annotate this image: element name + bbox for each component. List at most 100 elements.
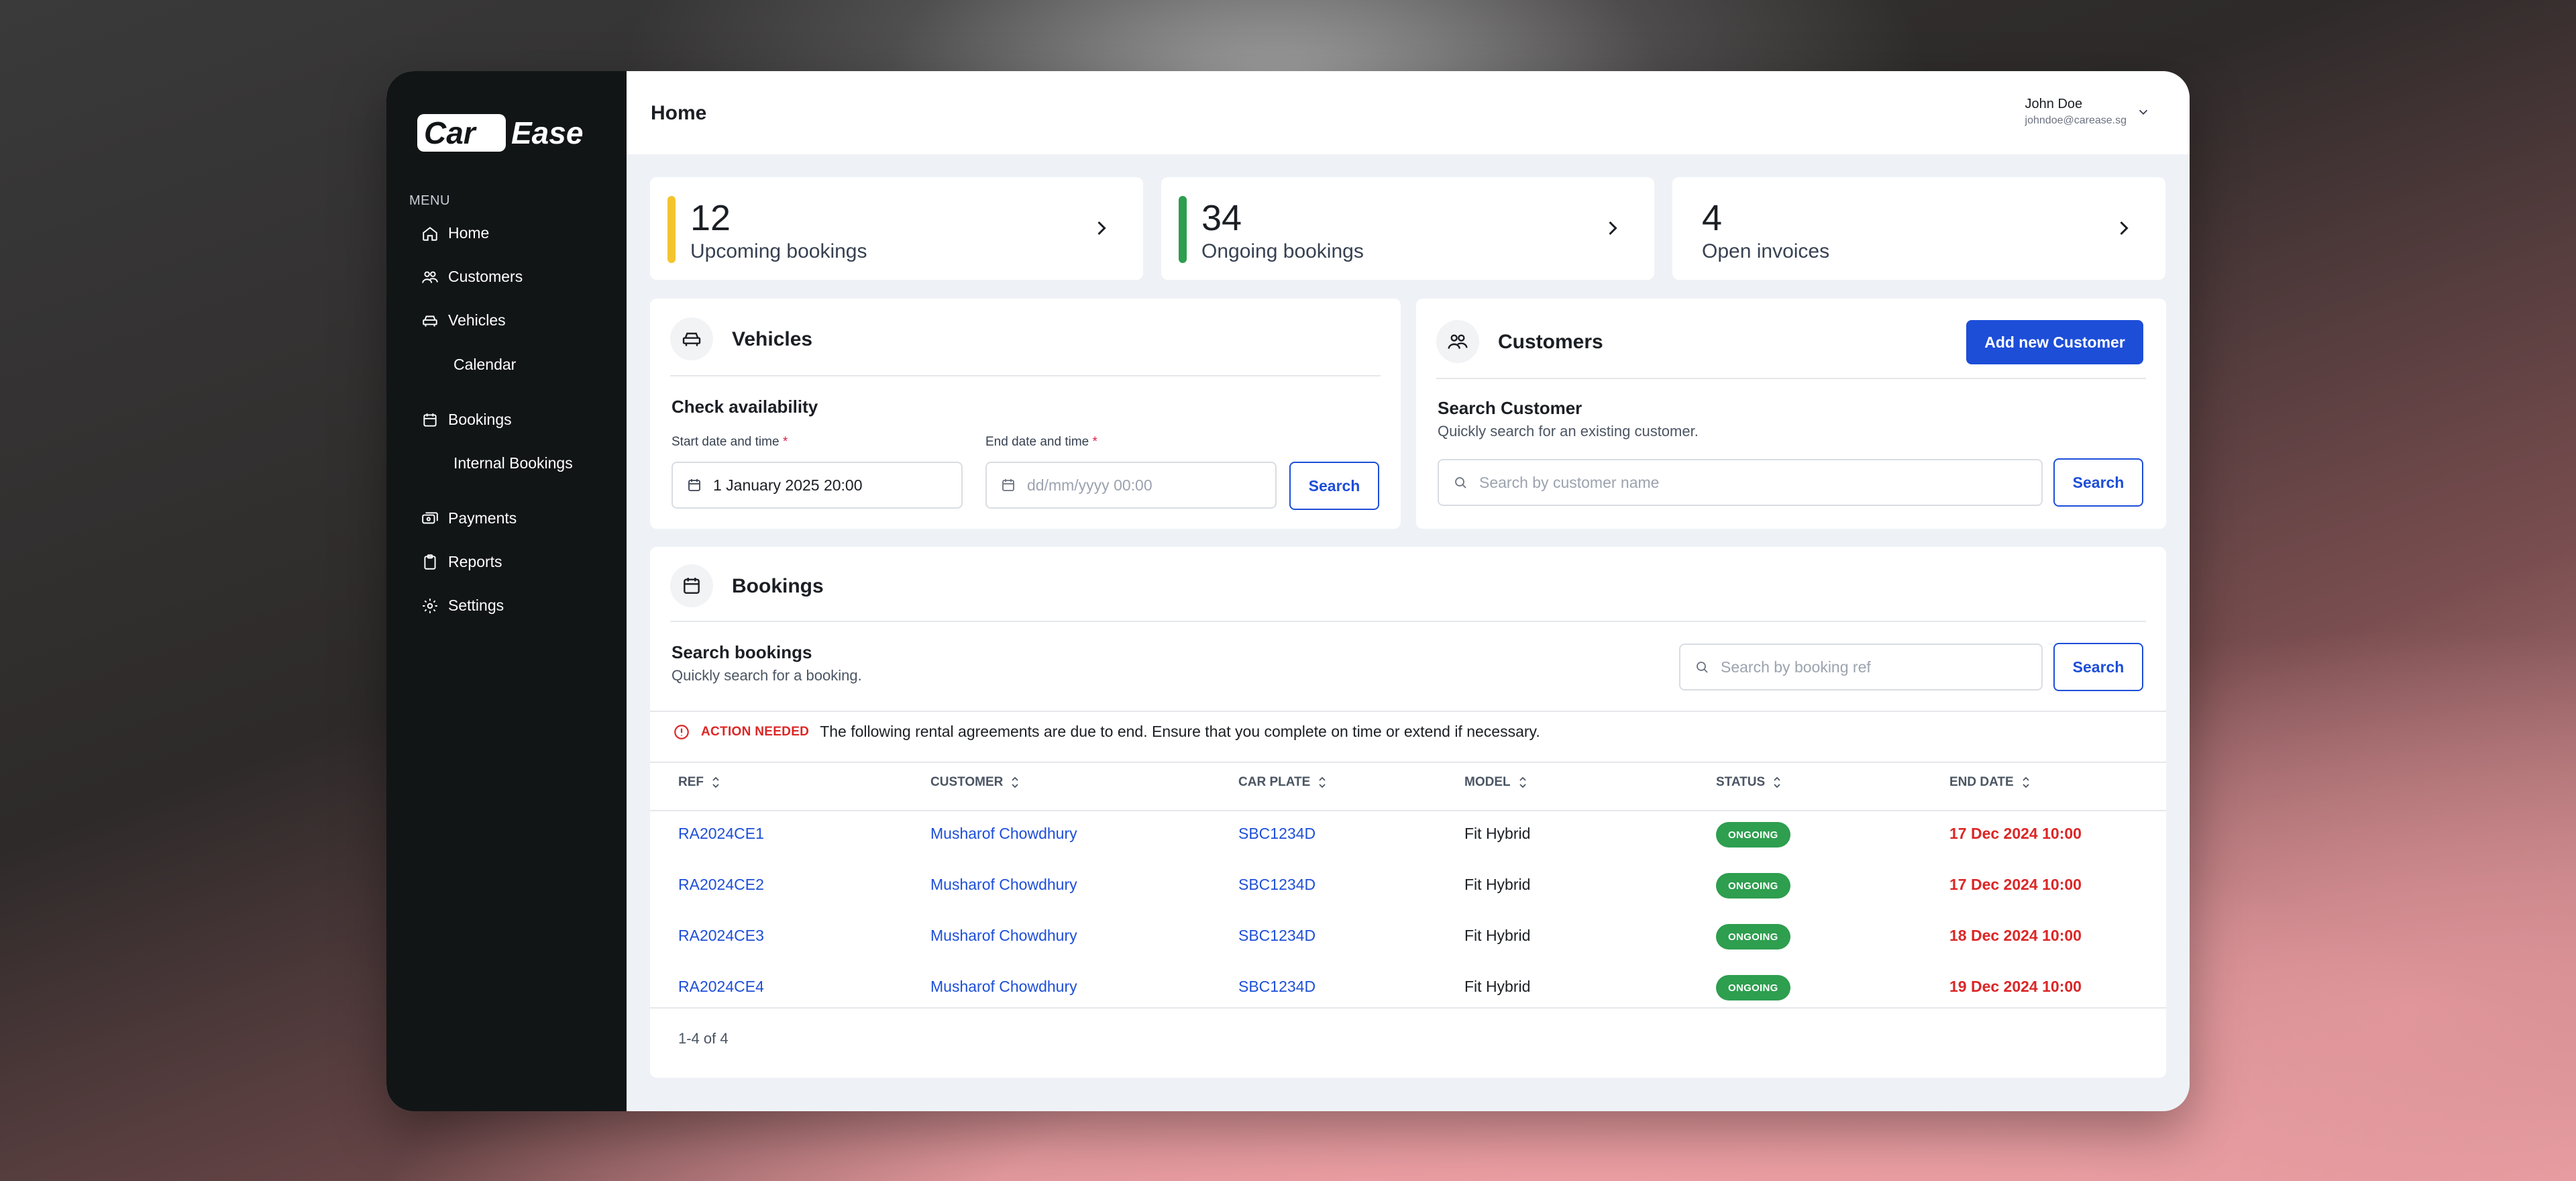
chevron-right-icon[interactable]: [1089, 216, 1114, 240]
table-row[interactable]: RA2024CE2 Musharof Chowdhury SBC1234D Fi…: [650, 861, 2166, 912]
status-badge: ONGOING: [1716, 975, 1790, 1000]
availability-search-button[interactable]: Search: [1289, 462, 1379, 510]
customer-link[interactable]: Musharof Chowdhury: [930, 876, 1077, 894]
vehicles-icon-wrap: [670, 317, 713, 360]
search-customer-subtext: Quickly search for an existing customer.: [1438, 423, 1699, 440]
car-plate-link[interactable]: SBC1234D: [1238, 978, 1316, 996]
sidebar-item-settings[interactable]: Settings: [421, 597, 504, 615]
sidebar-item-payments[interactable]: Payments: [421, 509, 517, 527]
end-date-cell: 17 Dec 2024 10:00: [1949, 876, 2082, 893]
model-cell: Fit Hybrid: [1464, 927, 1531, 944]
section-title: Customers: [1498, 331, 1603, 353]
sidebar-item-calendar[interactable]: Calendar: [453, 356, 516, 374]
sidebar-item-label: Reports: [448, 553, 502, 570]
car-plate-link[interactable]: SBC1234D: [1238, 927, 1316, 945]
chevron-right-icon[interactable]: [2112, 216, 2136, 240]
column-header-car-plate[interactable]: CAR PLATE: [1238, 775, 1328, 790]
stat-card-ongoing[interactable]: 34 Ongoing bookings: [1161, 177, 1654, 280]
sidebar-item-customers[interactable]: Customers: [421, 268, 523, 286]
sort-icon: [712, 776, 719, 788]
carease-logo[interactable]: Car Ease: [417, 111, 598, 158]
stat-value: 4: [1702, 198, 1723, 238]
end-date-cell: 17 Dec 2024 10:00: [1949, 825, 2082, 842]
bookings-icon-wrap: [670, 564, 713, 607]
vehicles-card: Vehicles Check availability Start date a…: [650, 299, 1401, 529]
customer-search-placeholder: Search by customer name: [1479, 473, 1660, 491]
alert-tag: ACTION NEEDED: [701, 724, 810, 739]
stat-card-invoices[interactable]: 4 Open invoices: [1672, 177, 2165, 280]
customer-search-input[interactable]: Search by customer name: [1438, 459, 2043, 506]
home-icon: [423, 226, 437, 241]
sidebar-item-bookings[interactable]: Bookings: [421, 411, 512, 429]
start-date-field[interactable]: 1 January 2025 20:00: [672, 462, 963, 509]
customer-link[interactable]: Musharof Chowdhury: [930, 978, 1077, 996]
payments-icon: [422, 511, 438, 523]
booking-search-button[interactable]: Search: [2053, 643, 2143, 691]
sort-icon: [1012, 776, 1019, 788]
stat-accent-bar: [667, 196, 676, 263]
column-header-label: STATUS: [1716, 775, 1766, 789]
start-date-label-text: Start date and time: [672, 435, 780, 449]
sidebar-item-label: Home: [448, 224, 490, 242]
customers-card: Customers Add new Customer Search Custom…: [1416, 299, 2166, 529]
sidebar-item-internal-bookings[interactable]: Internal Bookings: [453, 454, 573, 472]
required-mark: *: [782, 435, 788, 449]
sidebar-item-reports[interactable]: Reports: [421, 553, 502, 571]
add-new-customer-button[interactable]: Add new Customer: [1966, 320, 2143, 364]
booking-ref-link[interactable]: RA2024CE2: [678, 876, 764, 894]
alert-text: The following rental agreements are due …: [820, 723, 1540, 740]
column-header-model[interactable]: MODEL: [1464, 775, 1528, 790]
page-title: Home: [651, 102, 707, 124]
calendar-icon: [1002, 479, 1014, 491]
sort-icon: [1774, 776, 1780, 788]
column-header-end-date[interactable]: END DATE: [1949, 775, 2031, 790]
sidebar-item-home[interactable]: Home: [421, 224, 489, 242]
section-title: Vehicles: [732, 328, 813, 350]
top-header: Home John Doe johndoe@carease.sg: [627, 71, 2190, 154]
stat-value: 34: [1201, 198, 1242, 238]
table-row[interactable]: RA2024CE1 Musharof Chowdhury SBC1234D Fi…: [650, 810, 2166, 861]
customer-search-button[interactable]: Search: [2053, 458, 2143, 507]
start-date-label: Start date and time *: [672, 435, 788, 450]
car-plate-link[interactable]: SBC1234D: [1238, 825, 1316, 843]
customer-link[interactable]: Musharof Chowdhury: [930, 927, 1077, 945]
sort-icon: [1519, 776, 1526, 788]
end-date-label-text: End date and time: [985, 435, 1089, 449]
search-bookings-heading: Search bookings: [672, 642, 812, 662]
table-row[interactable]: RA2024CE4 Musharof Chowdhury SBC1234D Fi…: [650, 963, 2166, 1014]
booking-ref-link[interactable]: RA2024CE3: [678, 927, 764, 945]
start-date-value: 1 January 2025 20:00: [713, 476, 863, 494]
table-row[interactable]: RA2024CE3 Musharof Chowdhury SBC1234D Fi…: [650, 912, 2166, 963]
stat-label: Ongoing bookings: [1201, 240, 1364, 262]
required-mark: *: [1092, 435, 1097, 449]
action-needed-alert: ACTION NEEDED The following rental agree…: [673, 723, 1540, 741]
user-email: johndoe@carease.sg: [2025, 115, 2127, 126]
end-date-cell: 19 Dec 2024 10:00: [1949, 978, 2082, 995]
booking-ref-link[interactable]: RA2024CE1: [678, 825, 764, 843]
column-header-label: END DATE: [1949, 775, 2014, 789]
end-date-field[interactable]: dd/mm/yyyy 00:00: [985, 462, 1277, 509]
column-header-customer[interactable]: CUSTOMER: [930, 775, 1020, 790]
sidebar-item-vehicles[interactable]: Vehicles: [421, 311, 506, 329]
calendar-icon: [684, 578, 700, 594]
user-menu[interactable]: John Doe johndoe@carease.sg: [2025, 97, 2127, 127]
stat-card-upcoming[interactable]: 12 Upcoming bookings: [650, 177, 1143, 280]
app-window: Car Ease MENU Home Customers Vehicles Ca…: [386, 71, 2190, 1111]
booking-search-input[interactable]: Search by booking ref: [1679, 644, 2043, 690]
car-icon: [682, 332, 701, 346]
bookings-card: Bookings Search bookings Quickly search …: [650, 547, 2166, 1078]
car-icon: [423, 315, 437, 327]
gear-icon: [423, 598, 437, 613]
chevron-down-icon[interactable]: [2136, 105, 2151, 119]
car-plate-link[interactable]: SBC1234D: [1238, 876, 1316, 894]
model-cell: Fit Hybrid: [1464, 825, 1531, 842]
table-header: [650, 762, 2166, 811]
column-header-label: CAR PLATE: [1238, 775, 1311, 789]
customer-link[interactable]: Musharof Chowdhury: [930, 825, 1077, 843]
user-name: John Doe: [2025, 97, 2083, 111]
booking-ref-link[interactable]: RA2024CE4: [678, 978, 764, 996]
chevron-right-icon[interactable]: [1601, 216, 1625, 240]
status-badge: ONGOING: [1716, 873, 1790, 898]
column-header-status[interactable]: STATUS: [1716, 775, 1782, 790]
column-header-ref[interactable]: REF: [678, 775, 721, 790]
